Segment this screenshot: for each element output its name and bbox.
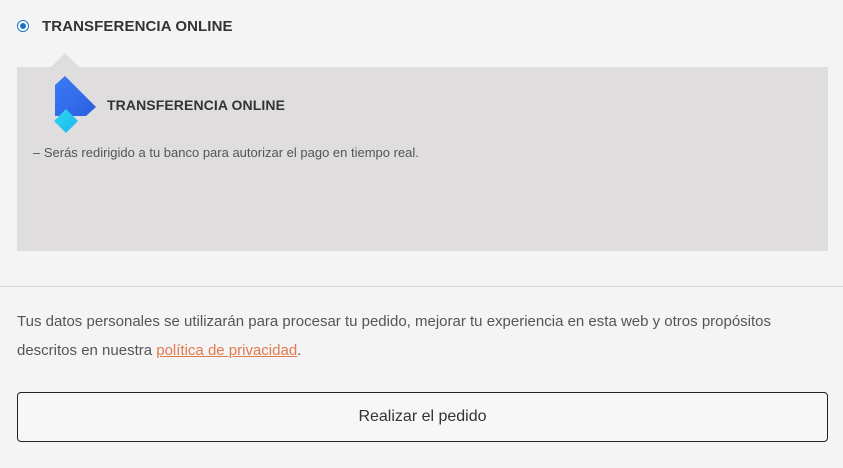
place-order-button[interactable]: Realizar el pedido <box>17 392 828 442</box>
payment-option-transferencia[interactable]: TRANSFERENCIA ONLINE <box>17 14 233 38</box>
privacy-policy-link[interactable]: política de privacidad <box>156 342 297 359</box>
payment-option-label[interactable]: TRANSFERENCIA ONLINE <box>42 18 233 35</box>
payment-details-box: TRANSFERENCIA ONLINE – Serás redirigido … <box>17 53 828 251</box>
radio-selected-dot <box>20 23 26 29</box>
transferencia-logo-icon <box>54 76 96 133</box>
privacy-notice: Tus datos personales se utilizarán para … <box>17 307 817 365</box>
section-divider <box>0 286 843 287</box>
privacy-text-after: . <box>297 342 302 359</box>
payment-box-description: – Serás redirigido a tu banco para autor… <box>33 145 419 160</box>
payment-radio[interactable] <box>17 20 29 32</box>
box-pointer-arrow <box>51 53 79 67</box>
privacy-text-before: Tus datos personales se utilizarán para … <box>17 313 772 359</box>
payment-box-title: TRANSFERENCIA ONLINE <box>107 97 286 113</box>
